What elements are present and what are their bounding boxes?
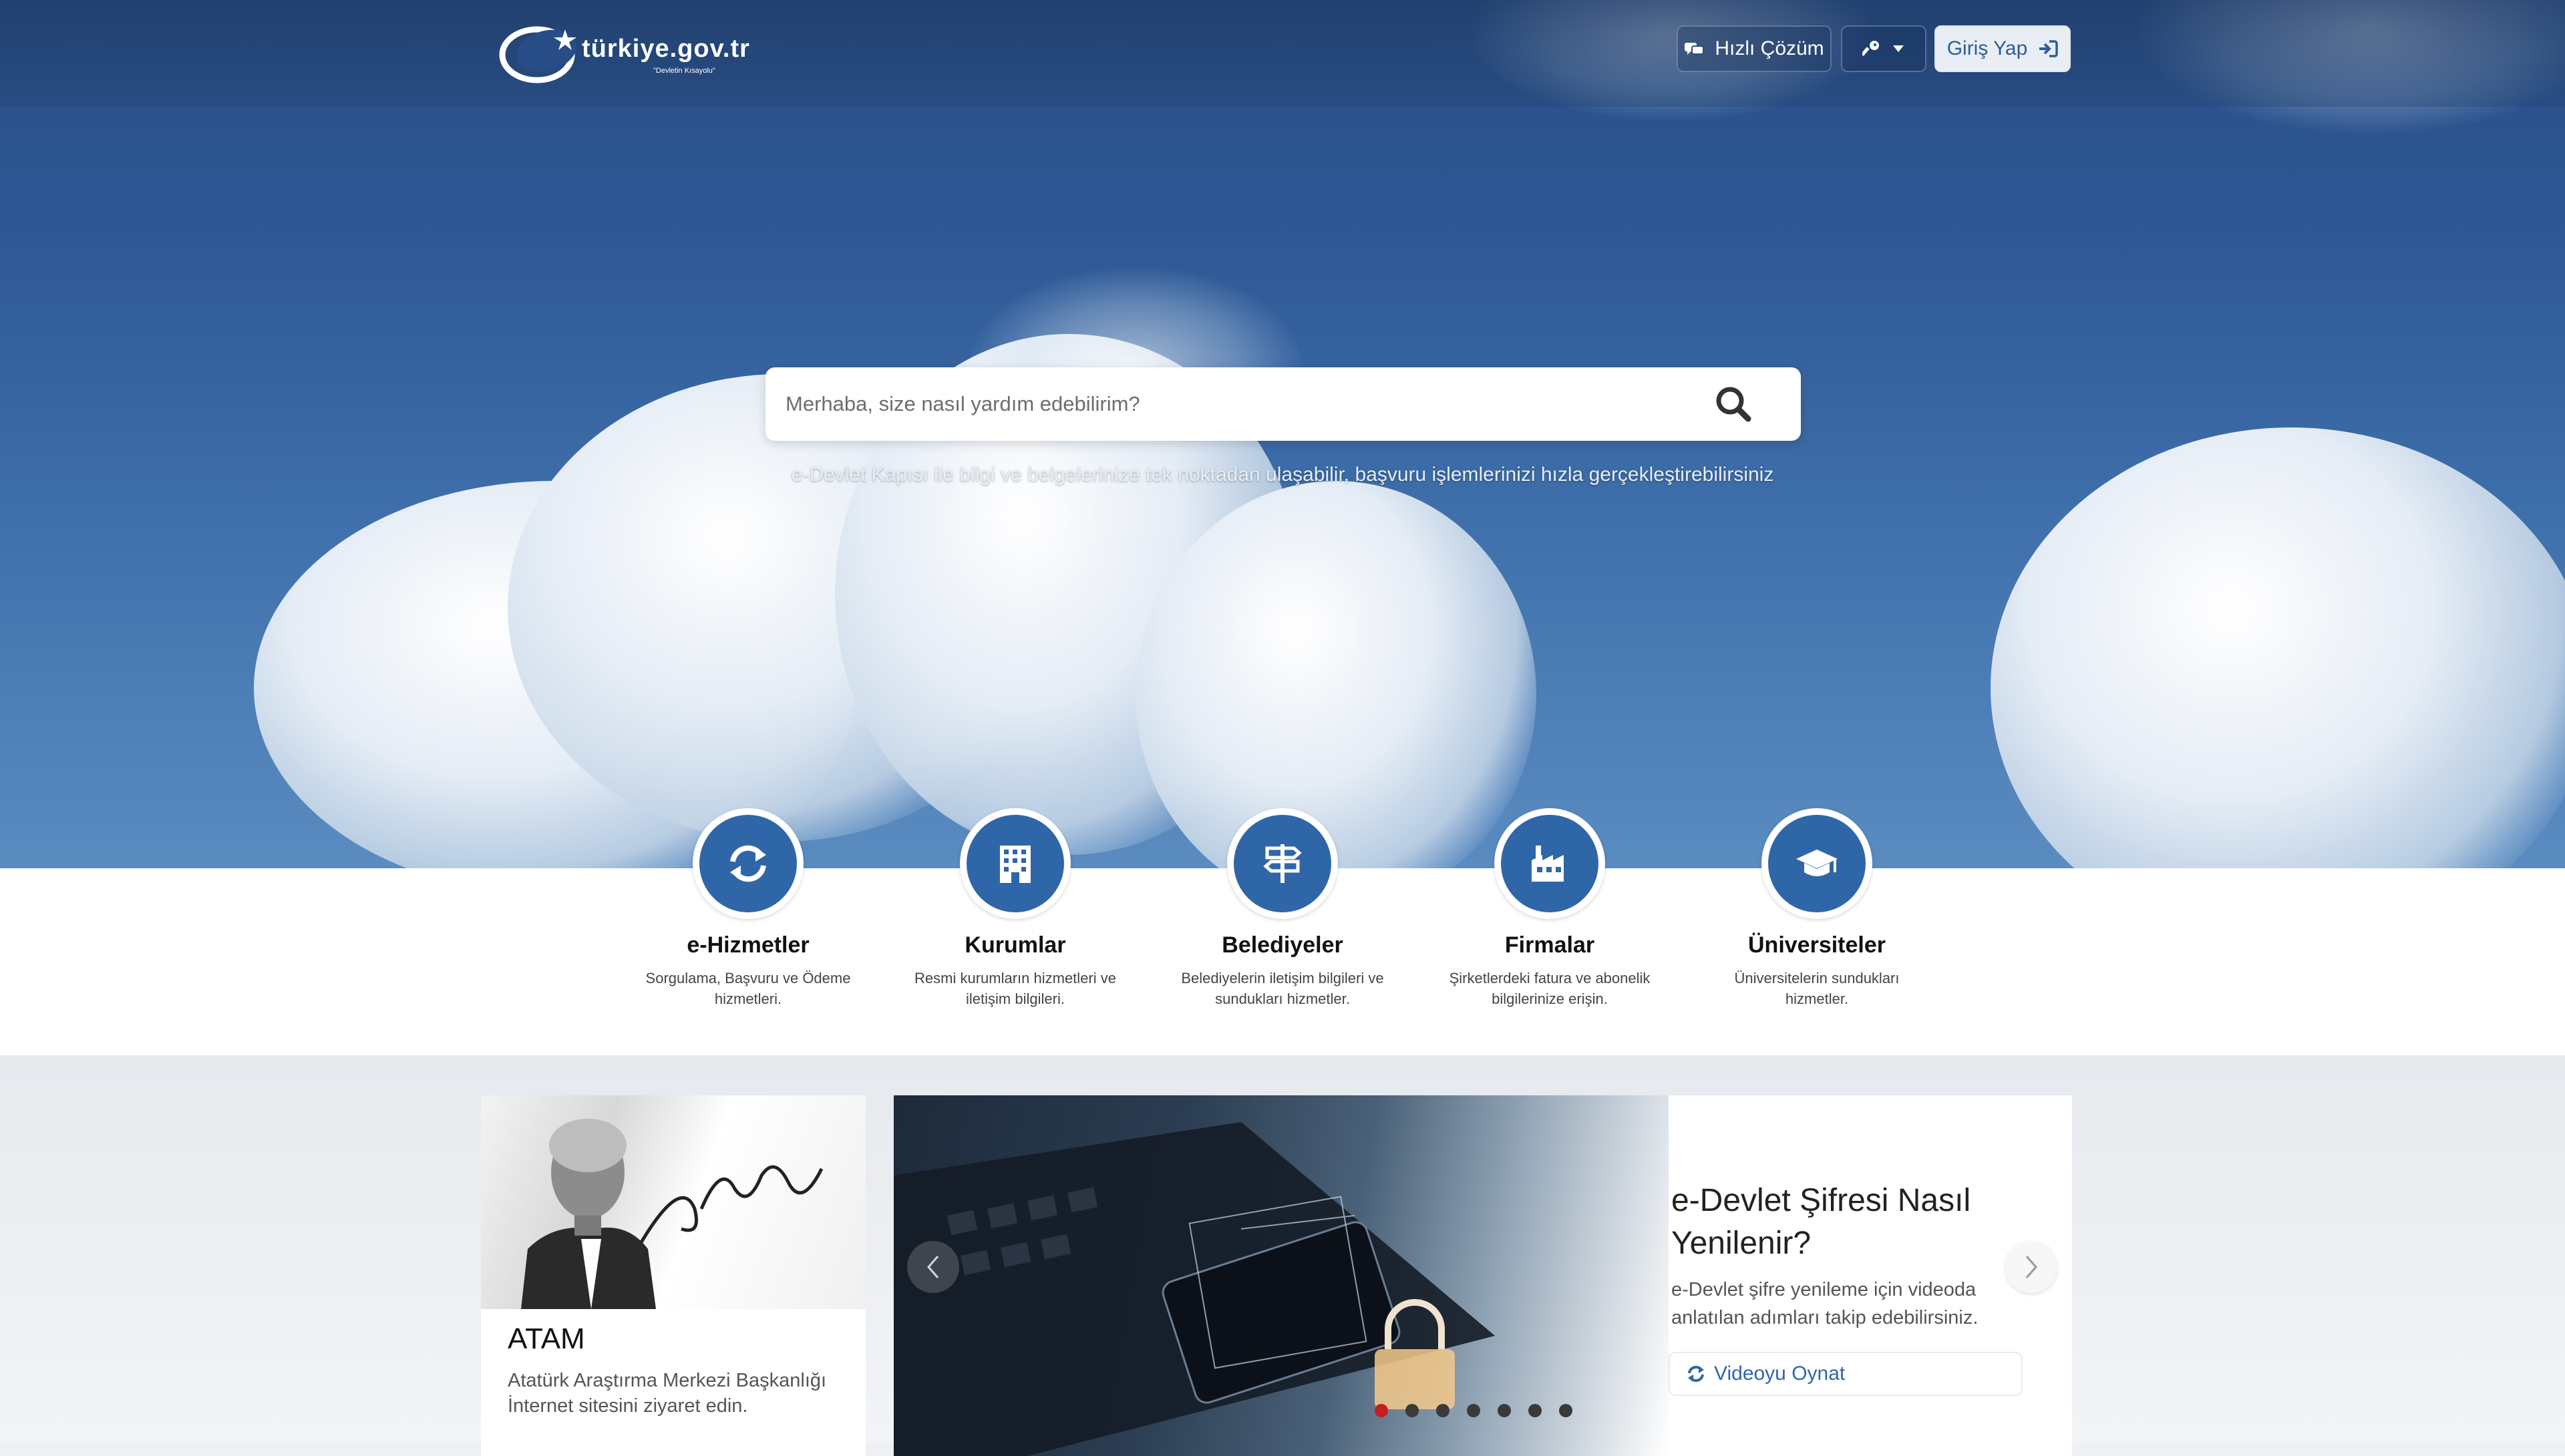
cloud-decoration [1991,427,2565,868]
signpost-icon [1263,844,1302,883]
category-firmalar[interactable]: Firmalar Şirketlerdeki fatura ve aboneli… [1443,808,1657,1009]
slide-title: e-Devlet Şifresi Nasıl Yenilenir? [1671,1183,1971,1261]
category-description: Sorgulama, Başvuru ve Ödeme hizmetleri. [645,970,851,1007]
search-button[interactable] [1711,382,1755,426]
logo-tagline: "Devletin Kısayolu" [653,67,715,75]
slider-dot[interactable] [1467,1404,1480,1417]
play-video-button[interactable]: Videoyu Oynat [1669,1352,2023,1396]
slider-dot[interactable] [1436,1404,1449,1417]
category-description: Resmi kurumların hizmetleri ve iletişim … [914,970,1116,1007]
slider-dot[interactable] [1528,1404,1542,1417]
category-icon-wrap [693,808,804,919]
category-icon-wrap [960,808,1071,919]
play-video-label: Videoyu Oynat [1714,1362,1846,1385]
atam-title: ATAM [508,1322,585,1355]
slider-pagination [1375,1404,1572,1417]
category-title: Kurumlar [965,932,1066,958]
category-title: e-Hizmetler [687,932,810,958]
login-button[interactable]: Giriş Yap [1934,25,2071,72]
refresh-icon [1688,1365,1704,1383]
top-navigation [0,0,2565,107]
category-title: Üniversiteler [1748,932,1886,958]
video-slider: e-Devlet Şifresi Nasıl Yenilenir? e-Devl… [894,1095,2072,1456]
category-description: Belediyelerin iletişim bilgileri ve sund… [1181,970,1384,1007]
key-icon [1862,41,1879,56]
chevron-right-icon [2025,1256,2037,1278]
category-description: Şirketlerdeki fatura ve abonelik bilgile… [1449,970,1651,1007]
ataturk-portrait-image [481,1095,866,1309]
chat-bubbles-icon [1685,43,1705,55]
hero-section: türkiye.gov.tr "Devletin Kısayolu" Hızlı… [0,0,2565,868]
logo-text: türkiye.gov.tr [582,35,750,63]
category-title: Firmalar [1504,932,1595,958]
slider-dot[interactable] [1375,1404,1388,1417]
category-description: Üniversitelerin sundukları hizmetler. [1734,970,1900,1007]
slider-prev-button[interactable] [907,1241,959,1293]
building-icon [1000,846,1031,883]
chevron-left-icon [927,1256,939,1278]
login-options-dropdown[interactable] [1841,25,1926,72]
slider-dot[interactable] [1559,1404,1572,1417]
quick-solution-label: Hızlı Çözüm [1715,37,1824,59]
site-logo[interactable]: türkiye.gov.tr "Devletin Kısayolu" [498,20,779,87]
atam-description: Atatürk Araştırma Merkezi Başkanlığı İnt… [508,1370,827,1417]
category-universiteler[interactable]: Üniversiteler Üniversitelerin sundukları… [1710,808,1924,1009]
graduation-cap-icon [1796,850,1838,876]
search-bar [765,367,1801,441]
factory-icon [1532,846,1564,882]
category-icon-wrap [1761,808,1872,919]
search-icon [1716,387,1751,422]
slider-dot[interactable] [1405,1404,1419,1417]
category-kurumlar[interactable]: Kurumlar Resmi kurumların hizmetleri ve … [908,808,1122,1009]
category-e-hizmetler[interactable]: e-Hizmetler Sorgulama, Başvuru ve Ödeme … [641,808,855,1009]
slide-description: e-Devlet şifre yenileme için videoda anl… [1671,1279,1979,1328]
category-belediyeler[interactable]: Belediyeler Belediyelerin iletişim bilgi… [1176,808,1389,1009]
portrait-illustration [521,1119,824,1309]
quick-solution-button[interactable]: Hızlı Çözüm [1677,25,1832,72]
caret-down-icon [1893,45,1904,52]
slider-dot[interactable] [1498,1404,1511,1417]
search-input[interactable] [784,367,1693,441]
refresh-icon [730,845,766,882]
crescent-star-icon [499,26,577,83]
slide-image [894,1095,1669,1456]
category-title: Belediyeler [1222,932,1343,958]
category-icon-wrap [1227,808,1338,919]
sign-in-icon [2039,40,2059,57]
laptop-phone-illustration [894,1122,1495,1456]
login-label: Giriş Yap [1946,37,2028,59]
category-icon-wrap [1494,808,1605,919]
hero-tagline: e-Devlet Kapısı ile bilgi ve belgelerini… [791,464,1774,486]
atam-card[interactable]: ATAM Atatürk Araştırma Merkezi Başkanlığ… [481,1095,866,1456]
